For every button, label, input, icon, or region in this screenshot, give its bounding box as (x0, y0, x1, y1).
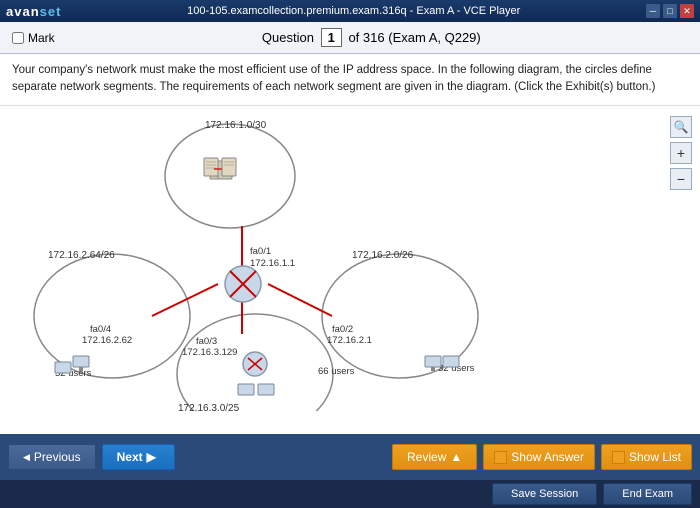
show-answer-check-icon (494, 451, 507, 464)
zoom-in-button[interactable]: + (670, 142, 692, 164)
svg-text:fa0/1: fa0/1 (250, 246, 271, 257)
previous-button[interactable]: Previous (8, 444, 96, 470)
zoom-out-button[interactable]: − (670, 168, 692, 190)
question-number: 1 (321, 28, 342, 47)
review-button[interactable]: Review ▲ (392, 444, 477, 470)
svg-text:fa0/2: fa0/2 (332, 324, 353, 335)
end-exam-button[interactable]: End Exam (603, 483, 692, 505)
svg-text:fa0/4: fa0/4 (90, 324, 111, 335)
zoom-search-button[interactable]: 🔍 (670, 116, 692, 138)
network-diagram: 172.16.1.0/30 172.16.2.64/26 172.16.2.0/… (0, 106, 640, 411)
next-arrow-icon: ▶ (147, 450, 156, 464)
svg-text:172.16.1.1: 172.16.1.1 (250, 258, 295, 269)
save-session-button[interactable]: Save Session (492, 483, 597, 505)
app-logo: avanset (6, 4, 61, 19)
maximize-button[interactable]: □ (663, 4, 677, 18)
logo-text: avan (6, 4, 40, 19)
mark-checkbox-area[interactable]: Mark (12, 31, 55, 45)
svg-text:172.16.3.129: 172.16.3.129 (182, 347, 237, 358)
show-answer-button[interactable]: Show Answer (483, 444, 595, 470)
svg-text:172.16.2.1: 172.16.2.1 (327, 335, 372, 346)
of-label: of (348, 30, 362, 45)
svg-text:66 users: 66 users (318, 366, 355, 377)
logo-accent: set (40, 4, 62, 19)
review-arrow-icon: ▲ (450, 450, 462, 464)
close-button[interactable]: ✕ (680, 4, 694, 18)
total-questions: 316 (363, 30, 385, 45)
next-button[interactable]: Next ▶ (102, 444, 175, 470)
window-controls[interactable]: ─ □ ✕ (646, 4, 694, 18)
show-list-check-icon (612, 451, 625, 464)
title-bar: avanset 100-105.examcollection.premium.e… (0, 0, 700, 22)
svg-text:172.16.2.64/26: 172.16.2.64/26 (48, 250, 115, 261)
svg-text:172.16.2.0/26: 172.16.2.0/26 (352, 250, 414, 261)
svg-text:fa0/3: fa0/3 (196, 336, 217, 347)
question-text: Your company's network must make the mos… (0, 54, 700, 106)
content-area: Your company's network must make the mos… (0, 54, 700, 434)
bottom-toolbar: Previous Next ▶ Review ▲ Show Answer Sho… (0, 434, 700, 480)
window-title: 100-105.examcollection.premium.exam.316q… (61, 5, 646, 17)
svg-text:172.16.3.0/25: 172.16.3.0/25 (178, 403, 240, 411)
zoom-controls[interactable]: 🔍 + − (670, 116, 692, 190)
minimize-button[interactable]: ─ (646, 4, 660, 18)
svg-text:172.16.2.62: 172.16.2.62 (82, 335, 132, 346)
header-bar: Mark Question 1 of 316 (Exam A, Q229) (0, 22, 700, 54)
exam-name-text: Exam A, Q229 (393, 30, 477, 45)
svg-text:172.16.1.0/30: 172.16.1.0/30 (205, 120, 267, 131)
mark-checkbox[interactable] (12, 32, 24, 44)
show-list-button[interactable]: Show List (601, 444, 692, 470)
question-info: Question 1 of 316 (Exam A, Q229) (55, 30, 688, 45)
question-label: Question (262, 30, 314, 45)
mark-label[interactable]: Mark (28, 31, 55, 45)
bottom-actions: Save Session End Exam (0, 480, 700, 508)
question-body: Your company's network must make the mos… (12, 64, 655, 93)
diagram-area: 172.16.1.0/30 172.16.2.64/26 172.16.2.0/… (0, 106, 700, 411)
